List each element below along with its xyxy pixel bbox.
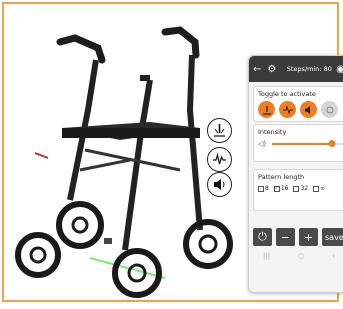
android-nav-bar: ||| ○ ‹: [249, 252, 343, 260]
waveform-toggle[interactable]: [279, 101, 296, 118]
pattern-label-8: 8: [265, 185, 269, 192]
intensity-title: Intensity: [258, 128, 287, 136]
intensity-slider-knob[interactable]: [328, 140, 336, 147]
intensity-slider-fill: [272, 143, 333, 145]
toggle-card-title: Toggle to activate: [258, 90, 316, 98]
power-button[interactable]: ⏻: [253, 228, 272, 246]
waveform-icon: [207, 147, 232, 172]
sound-toggle[interactable]: [300, 101, 317, 118]
minus-button[interactable]: −: [276, 228, 295, 246]
checkbox-infinite[interactable]: [313, 185, 320, 192]
nav-recent-button[interactable]: |||: [263, 252, 270, 260]
save-button[interactable]: save: [322, 228, 343, 246]
pattern-card: Pattern length 8 ✓ 16 32 ∞: [253, 169, 343, 211]
checkbox-16[interactable]: ✓: [273, 185, 280, 192]
toggle-card: Toggle to activate: [253, 86, 343, 122]
eye-icon[interactable]: ◉: [336, 64, 343, 75]
gear-icon[interactable]: ⚙: [267, 64, 276, 75]
pattern-label-16: 16: [280, 185, 289, 192]
disabled-toggle[interactable]: [321, 101, 338, 118]
volume-icon: ◁): [258, 140, 267, 148]
pattern-option-32[interactable]: 32: [293, 185, 308, 192]
nav-home-button[interactable]: ○: [298, 252, 304, 260]
pattern-option-infinite[interactable]: ∞: [313, 185, 325, 192]
pattern-title: Pattern length: [258, 173, 305, 181]
intensity-slider[interactable]: [272, 140, 343, 147]
intensity-card: Intensity ◁): [253, 124, 343, 162]
ground-vibration-toggle[interactable]: [258, 101, 275, 118]
steps-per-minute: Steps/min: 80: [286, 65, 332, 73]
ground-vibration-icon: [207, 118, 232, 143]
pattern-option-16[interactable]: ✓ 16: [273, 185, 289, 192]
plus-button[interactable]: +: [299, 228, 318, 246]
phone-app: ← ⚙ Steps/min: 80 ◉ Toggle to activate I…: [248, 55, 343, 293]
back-arrow-icon[interactable]: ←: [253, 64, 261, 75]
checkbox-32[interactable]: [293, 185, 300, 192]
speaker-icon: [207, 172, 232, 197]
checkbox-8[interactable]: [258, 185, 264, 192]
pattern-option-8[interactable]: 8: [258, 185, 269, 192]
nav-back-button[interactable]: ‹: [332, 252, 335, 260]
app-header: ← ⚙ Steps/min: 80 ◉: [249, 56, 343, 82]
pattern-label-32: 32: [300, 185, 309, 192]
pattern-label-infinite: ∞: [320, 185, 326, 192]
